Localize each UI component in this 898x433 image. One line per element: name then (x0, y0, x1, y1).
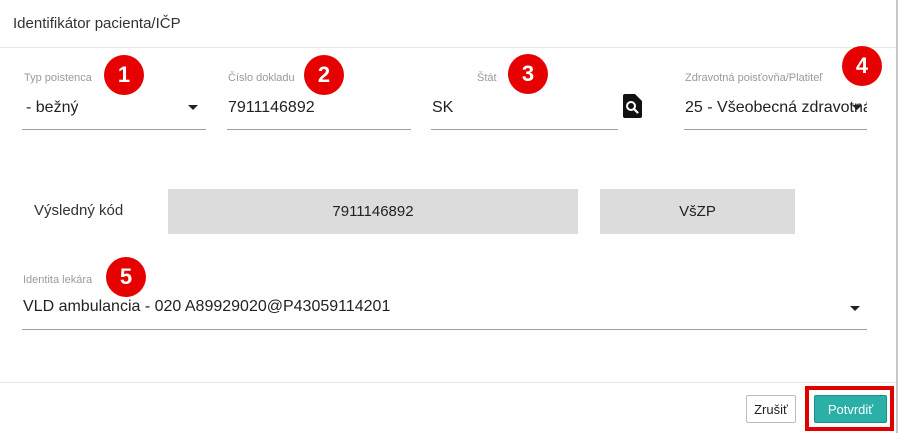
chevron-down-icon[interactable] (852, 105, 862, 110)
confirm-button[interactable]: Potvrdiť (814, 395, 887, 423)
country-value: SK (432, 99, 454, 116)
doctor-identity-select[interactable]: Identita lekára VLD ambulancia - 020 A89… (22, 270, 867, 332)
chevron-down-icon[interactable] (188, 105, 198, 110)
annotation-badge-3: 3 (508, 54, 548, 94)
result-insurer-box: VšZP (600, 189, 795, 234)
cancel-button[interactable]: Zrušiť (746, 395, 796, 423)
insurer-label: Zdravotná poisťovňa/Platiteľ (685, 72, 823, 84)
annotation-badge-1: 1 (104, 55, 144, 95)
insured-type-underline (22, 129, 206, 130)
insured-type-value: - bežný (26, 99, 79, 116)
doctor-identity-underline (22, 329, 867, 330)
insurer-underline (684, 129, 867, 130)
chevron-down-icon[interactable] (850, 306, 860, 311)
insured-type-label: Typ poistenca (24, 72, 92, 84)
country-underline (431, 129, 618, 130)
annotation-badge-4: 4 (842, 46, 882, 86)
annotation-badge-5: 5 (106, 257, 146, 297)
dialog-header: Identifikátor pacienta/IČP (0, 0, 896, 48)
doctor-identity-label: Identita lekára (23, 274, 93, 286)
search-icon[interactable] (622, 94, 642, 118)
result-code-label: Výsledný kód (34, 202, 124, 219)
insurer-value: 25 - Všeobecná zdravotná (685, 99, 867, 116)
patient-identifier-dialog: Identifikátor pacienta/IČP Typ poistenca… (0, 0, 898, 433)
annotation-badge-2: 2 (304, 55, 344, 95)
document-number-value: 7911146892 (228, 99, 315, 116)
document-number-label: Číslo dokladu (228, 72, 295, 84)
doctor-identity-value: VLD ambulancia - 020 A89929020@P43059114… (23, 298, 391, 315)
dialog-title: Identifikátor pacienta/IČP (13, 15, 181, 32)
insurer-select[interactable]: Zdravotná poisťovňa/Platiteľ 25 - Všeobe… (684, 70, 867, 132)
country-label: Štát (477, 72, 497, 84)
document-number-underline (227, 129, 411, 130)
result-code-box: 7911146892 (168, 189, 578, 234)
